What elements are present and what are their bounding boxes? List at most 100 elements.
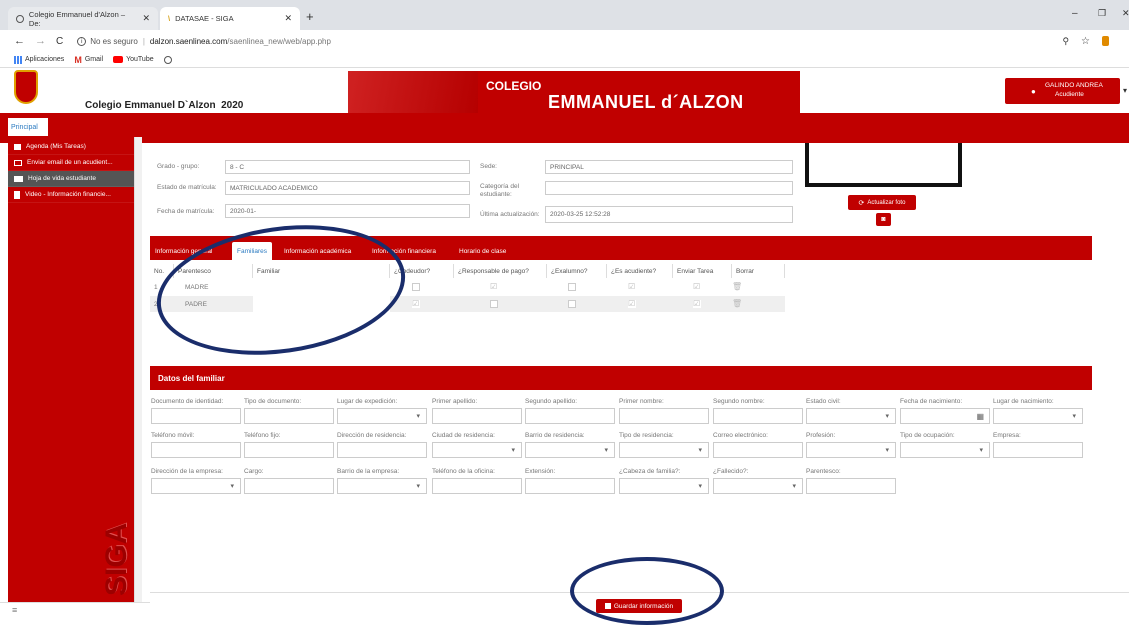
- familiar-input[interactable]: [244, 408, 334, 424]
- bookmark-label: Gmail: [84, 56, 104, 63]
- exalumno-checkbox[interactable]: [568, 283, 576, 291]
- estado-field[interactable]: MATRICULADO ACADEMICO: [225, 181, 470, 195]
- acudiente-checkbox[interactable]: ☑: [628, 300, 636, 308]
- familiar-select[interactable]: [619, 442, 709, 458]
- familiar-input[interactable]: [432, 478, 522, 494]
- familiar-field-label: Segundo nombre:: [713, 398, 765, 405]
- familiar-input[interactable]: [432, 408, 522, 424]
- bookmarks-bar: Aplicaciones M Gmail YouTube: [0, 52, 1129, 68]
- reload-icon[interactable]: C: [56, 36, 63, 47]
- browser-tab-2[interactable]: \ DATASAE - SIGA ✕: [160, 7, 300, 30]
- familiar-input[interactable]: [713, 408, 803, 424]
- sidebar-item-hoja-de-vida[interactable]: Hoja de vida estudiante: [8, 171, 142, 187]
- sidebar-scrollbar[interactable]: [134, 137, 142, 603]
- user-menu[interactable]: ● GALINDO ANDREA Acudiente: [1005, 78, 1120, 104]
- close-panel-icon[interactable]: ×: [236, 141, 241, 150]
- trash-icon[interactable]: 🗑: [732, 299, 742, 308]
- familiar-field-label: ¿Cabeza de familia?:: [619, 468, 681, 475]
- sidebar-item-label: Enviar email de un acudient...: [27, 159, 113, 166]
- familiar-field-label: Teléfono de la oficina:: [432, 468, 495, 475]
- zoom-icon[interactable]: ⚲: [1062, 36, 1069, 47]
- star-icon[interactable]: ☆: [1081, 36, 1090, 47]
- familiar-field-label: Tipo de ocupación:: [900, 432, 955, 439]
- fecha-field[interactable]: 2020-01-: [225, 204, 470, 218]
- familiar-select[interactable]: [337, 478, 427, 494]
- familiar-select[interactable]: [806, 408, 896, 424]
- categoria-field[interactable]: [545, 181, 793, 195]
- familiar-select[interactable]: [806, 442, 896, 458]
- bookmark-apps[interactable]: Aplicaciones: [14, 55, 64, 64]
- browser-tab-title: Colegio Emmanuel d'Alzon – De:: [28, 9, 125, 28]
- codeudor-checkbox[interactable]: [412, 283, 420, 291]
- sidebar-item-label: Agenda (Mis Tareas): [26, 143, 86, 150]
- new-tab-icon[interactable]: +: [306, 9, 314, 24]
- trash-icon[interactable]: 🗑: [732, 282, 742, 291]
- annotation-circle-table: [148, 210, 414, 370]
- familiar-input[interactable]: [151, 442, 241, 458]
- exalumno-checkbox[interactable]: [568, 300, 576, 308]
- sidebar-item-email[interactable]: Enviar email de un acudient...: [8, 155, 142, 171]
- user-menu-caret-icon[interactable]: ▾: [1123, 86, 1127, 95]
- update-photo-button[interactable]: ⟳ Actualizar foto: [848, 195, 916, 210]
- familiar-input[interactable]: ▦: [900, 408, 990, 424]
- familiar-input[interactable]: [525, 478, 615, 494]
- familiar-input[interactable]: [244, 442, 334, 458]
- browser-tab-1[interactable]: Colegio Emmanuel d'Alzon – De: ✕: [8, 7, 158, 30]
- grado-field[interactable]: 8 - C: [225, 160, 470, 174]
- familiar-select[interactable]: [900, 442, 990, 458]
- table-header: ¿Responsable de pago?: [454, 264, 547, 278]
- minimize-icon[interactable]: –: [1072, 8, 1078, 19]
- restore-icon[interactable]: ❐: [1098, 8, 1106, 19]
- school-name: Colegio Emmanuel D`Alzon 2020: [85, 100, 244, 111]
- familiar-input[interactable]: [337, 442, 427, 458]
- familiar-section-header: Datos del familiar: [150, 366, 1092, 390]
- familiar-input[interactable]: [806, 478, 896, 494]
- menu-icon[interactable]: ≡: [12, 605, 17, 615]
- familiar-field-label: Tipo de residencia:: [619, 432, 674, 439]
- familiar-select[interactable]: [151, 478, 241, 494]
- address-bar: ← → C i No es seguro | dalzon.saenlinea.…: [0, 30, 1129, 52]
- sede-field[interactable]: PRINCIPAL: [545, 160, 793, 174]
- forward-icon[interactable]: →: [35, 35, 46, 47]
- url-domain[interactable]: dalzon.saenlinea.com: [150, 37, 227, 46]
- back-icon[interactable]: ←: [14, 35, 25, 47]
- close-tab-icon[interactable]: ✕: [142, 13, 150, 24]
- familiar-input[interactable]: [993, 442, 1083, 458]
- familiar-select[interactable]: [432, 442, 522, 458]
- url-path[interactable]: /saenlinea_new/web/app.php: [227, 37, 331, 46]
- familiar-input[interactable]: [525, 408, 615, 424]
- enviar-tarea-checkbox[interactable]: ☑: [693, 283, 701, 291]
- sidebar-tab-principal[interactable]: Principal: [8, 118, 48, 136]
- tab-horario-de-clase[interactable]: Horario de clase: [454, 242, 511, 260]
- familiar-select[interactable]: [713, 478, 803, 494]
- book-icon: [14, 143, 21, 150]
- enviar-tarea-checkbox[interactable]: ☑: [693, 300, 701, 308]
- familiar-select[interactable]: [619, 478, 709, 494]
- familiar-field-label: Dirección de la empresa:: [151, 468, 223, 475]
- close-tab-icon[interactable]: ✕: [284, 13, 292, 24]
- sidebar-item-agenda[interactable]: Agenda (Mis Tareas): [8, 139, 142, 155]
- familiar-input[interactable]: [619, 408, 709, 424]
- camera-icon[interactable]: ◙: [876, 213, 891, 226]
- familiar-input[interactable]: [244, 478, 334, 494]
- familiar-select[interactable]: [525, 442, 615, 458]
- not-secure-label: No es seguro: [90, 36, 138, 46]
- bookmark-youtube[interactable]: YouTube: [113, 56, 154, 63]
- responsable-checkbox[interactable]: [490, 300, 498, 308]
- close-window-icon[interactable]: ✕: [1122, 8, 1129, 19]
- sidebar-item-video[interactable]: Video - Información financie...: [8, 187, 142, 203]
- familiar-select[interactable]: [993, 408, 1083, 424]
- ultima-field[interactable]: 2020-03-25 12:52:28: [545, 206, 793, 223]
- familiar-input[interactable]: [151, 408, 241, 424]
- bookmark-gmail[interactable]: M Gmail: [74, 55, 103, 65]
- extension-icon[interactable]: [1102, 36, 1109, 46]
- codeudor-checkbox[interactable]: ☑: [412, 300, 420, 308]
- familiar-input[interactable]: [713, 442, 803, 458]
- calendar-icon[interactable]: ▦: [976, 412, 984, 421]
- sidebar-item-label: Video - Información financie...: [25, 191, 111, 198]
- panel-title: Hoja de vida estudiante: [154, 147, 233, 154]
- acudiente-checkbox[interactable]: ☑: [628, 283, 636, 291]
- globe-icon[interactable]: [163, 55, 172, 64]
- responsable-checkbox[interactable]: ☑: [490, 283, 498, 291]
- familiar-select[interactable]: [337, 408, 427, 424]
